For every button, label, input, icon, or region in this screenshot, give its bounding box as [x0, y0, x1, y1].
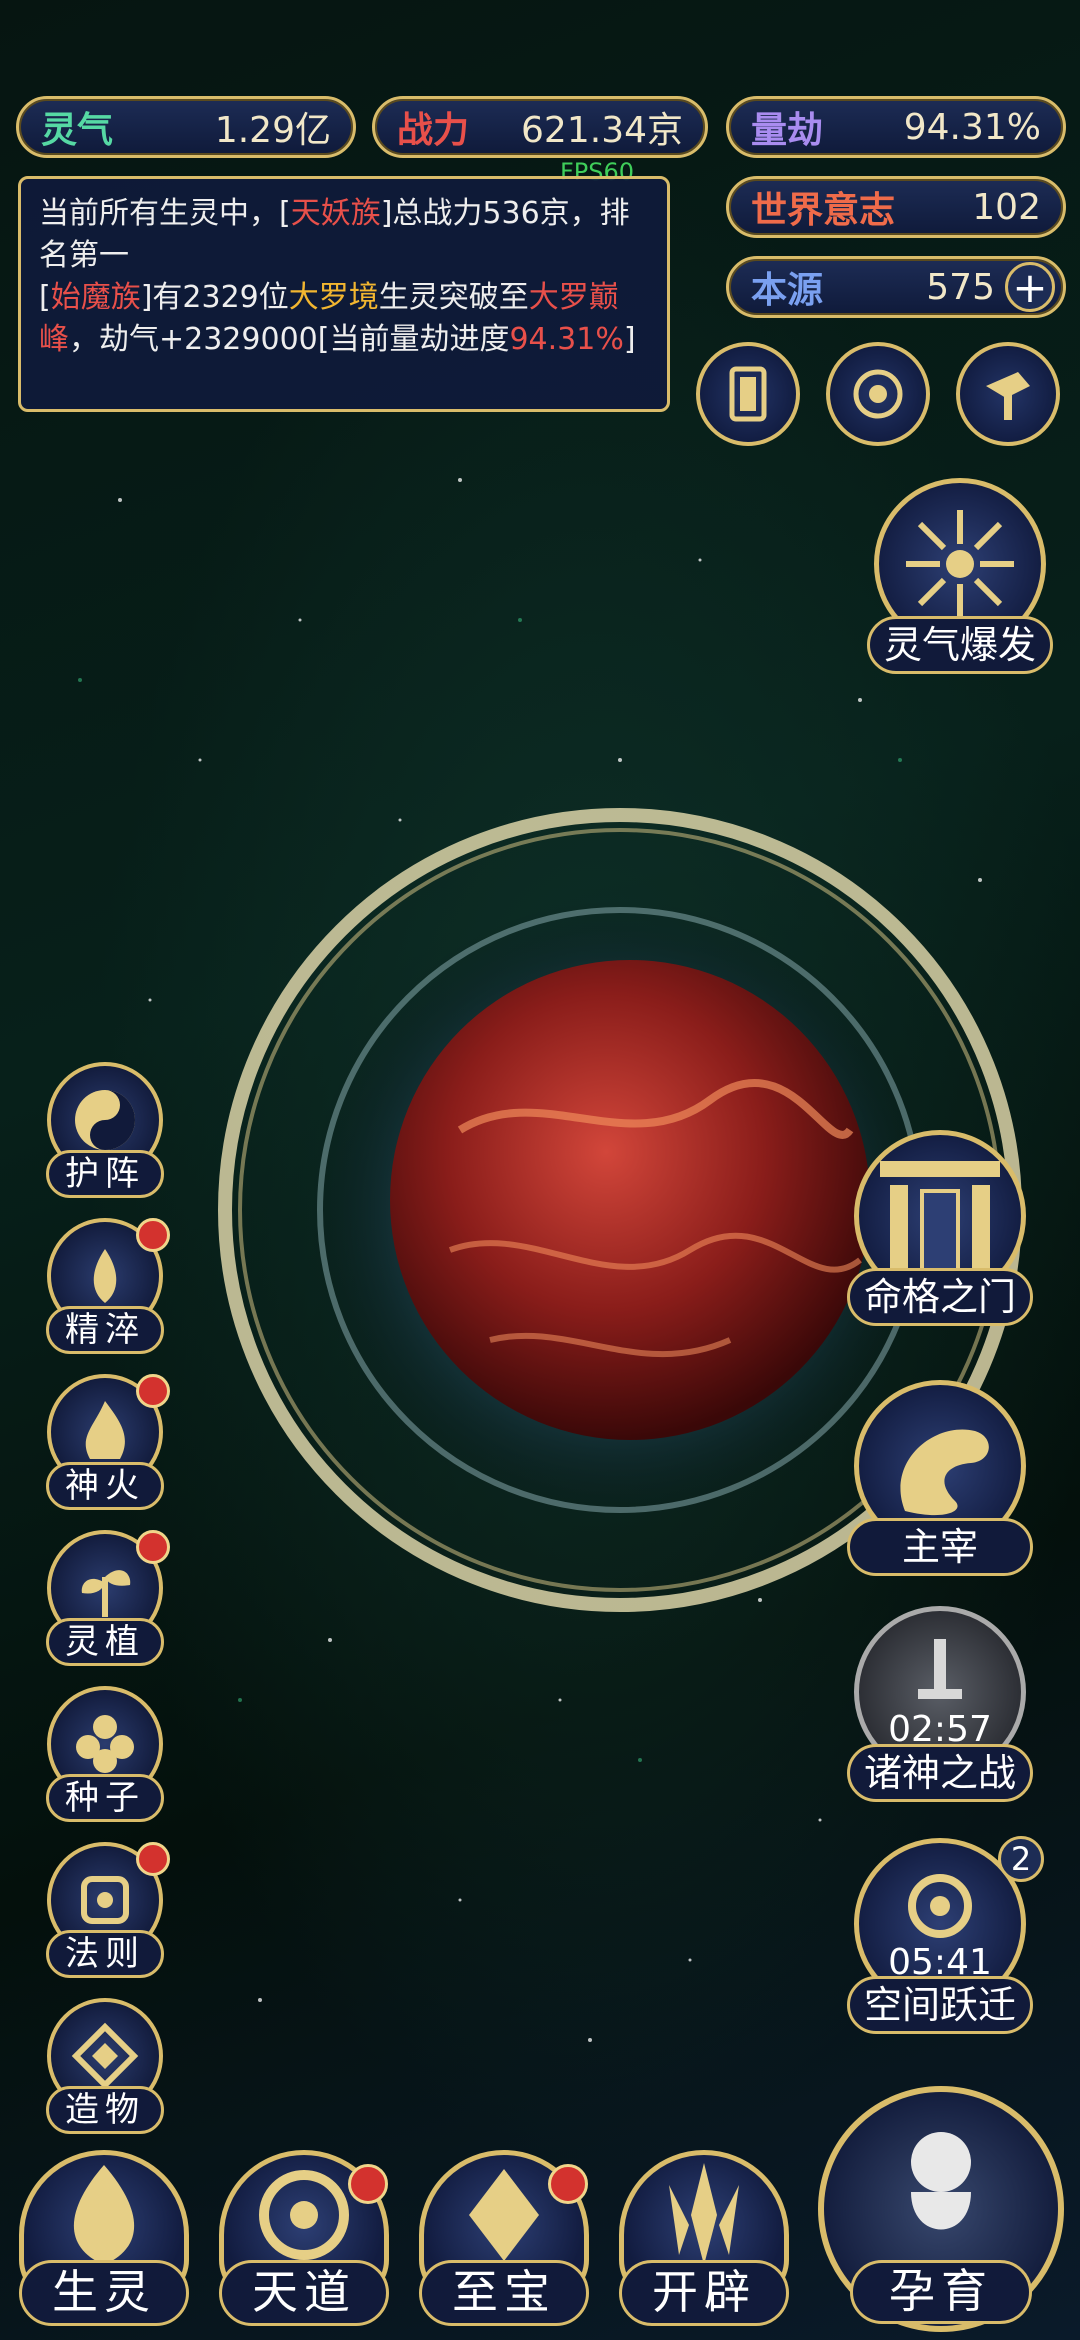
benyuan-stat[interactable]: 本源 575 +	[726, 256, 1066, 318]
fa-ze-label: 法则	[46, 1930, 164, 1978]
swirl-icon	[908, 1873, 972, 1938]
zhanli-value: 621.34京	[521, 110, 683, 151]
event-log-panel: 当前所有生灵中，[天妖族]总战力536京，排名第一 [始魔族]有2329位大罗境…	[18, 176, 670, 412]
shen-huo-button[interactable]: 神火	[40, 1374, 170, 1510]
nav-zhi-bao-label: 至宝	[419, 2260, 589, 2326]
yun-yu-label: 孕育	[850, 2260, 1032, 2324]
zhong-zi-label: 种子	[46, 1774, 164, 1822]
embryo-icon	[911, 2132, 971, 2230]
card-icon	[729, 366, 767, 422]
nav-kai-pi[interactable]: 开辟	[616, 2150, 792, 2326]
lingqi-burst-label: 灵气爆发	[867, 616, 1053, 674]
mingge-gate-label: 命格之门	[847, 1268, 1033, 1326]
flower-icon	[76, 1715, 134, 1773]
notification-dot	[136, 1374, 170, 1408]
trident-icon	[669, 2163, 739, 2265]
ling-zhi-label: 灵植	[46, 1618, 164, 1666]
nav-sheng-ling-label: 生灵	[19, 2260, 189, 2326]
vortex-button[interactable]	[826, 342, 930, 446]
lingqi-burst-button[interactable]: 灵气爆发	[860, 478, 1060, 674]
zhushen-war-button[interactable]: 02:57 诸神之战	[840, 1606, 1040, 1802]
shijie-label: 世界意志	[751, 190, 896, 231]
zao-wu-button[interactable]: 造物	[40, 1998, 170, 2134]
zhong-zi-button[interactable]: 种子	[40, 1686, 170, 1822]
notification-dot	[548, 2164, 588, 2204]
zhushen-war-label: 诸神之战	[847, 1744, 1033, 1802]
liangjie-stat[interactable]: 量劫 94.31%	[726, 96, 1066, 158]
phoenix-icon	[73, 2165, 135, 2265]
gate-icon	[880, 1161, 1000, 1277]
zhanli-label: 战力	[397, 110, 470, 151]
zhanli-stat[interactable]: 战力 621.34京	[372, 96, 708, 158]
liangjie-label: 量劫	[751, 110, 824, 151]
hu-zhen-button[interactable]: 护阵	[40, 1062, 170, 1198]
yun-yu-button[interactable]: 孕育	[818, 2086, 1064, 2332]
zhuzai-button[interactable]: 主宰	[840, 1380, 1040, 1576]
vortex-icon	[853, 369, 903, 419]
nav-zhi-bao[interactable]: 至宝	[416, 2150, 592, 2326]
yin-yang-icon	[75, 1090, 135, 1150]
zao-wu-label: 造物	[46, 2086, 164, 2134]
space-leap-label: 空间跃迁	[847, 1976, 1033, 2034]
dragon-icon	[900, 1429, 989, 1516]
benyuan-value: 575	[926, 266, 995, 308]
shen-huo-label: 神火	[46, 1462, 164, 1510]
sunburst-icon	[906, 510, 1014, 618]
plus-icon: +	[1012, 262, 1048, 312]
jing-cui-button[interactable]: 精淬	[40, 1218, 170, 1354]
ling-zhi-button[interactable]: 灵植	[40, 1530, 170, 1666]
lingqi-label: 灵气	[41, 110, 114, 151]
shijie-value: 102	[972, 186, 1041, 228]
nav-sheng-ling[interactable]: 生灵	[16, 2150, 192, 2326]
space-leap-button[interactable]: 05:41 空间跃迁 2	[840, 1836, 1044, 2034]
card-button[interactable]	[696, 342, 800, 446]
shijie-stat[interactable]: 世界意志 102	[726, 176, 1066, 238]
zhuzai-label: 主宰	[847, 1518, 1033, 1576]
fa-ze-button[interactable]: 法则	[40, 1842, 170, 1978]
hu-zhen-label: 护阵	[46, 1150, 164, 1198]
rune-icon	[81, 1876, 129, 1924]
hammer-icon	[986, 372, 1030, 420]
nav-kai-pi-label: 开辟	[619, 2260, 789, 2326]
lotus-icon	[93, 1249, 117, 1303]
plant-icon	[81, 1570, 131, 1617]
flame-icon	[85, 1401, 125, 1459]
space-leap-badge: 2	[998, 1836, 1044, 1882]
liangjie-value: 94.31%	[903, 106, 1041, 148]
lingqi-stat[interactable]: 灵气 1.29亿	[16, 96, 356, 158]
nav-tian-dao[interactable]: 天道	[216, 2150, 392, 2326]
diamond-icon	[71, 2022, 139, 2090]
benyuan-label: 本源	[751, 270, 824, 311]
jing-cui-label: 精淬	[46, 1306, 164, 1354]
sword-icon	[918, 1638, 962, 1699]
notification-dot	[136, 1842, 170, 1876]
notification-dot	[348, 2164, 388, 2204]
lingqi-value: 1.29亿	[214, 110, 331, 151]
nav-tian-dao-label: 天道	[219, 2260, 389, 2326]
mingge-gate-button[interactable]: 命格之门	[840, 1130, 1040, 1326]
log-entry-ranking: 当前所有生灵中，[天妖族]总战力536京，排名第一	[39, 196, 630, 273]
notification-dot	[136, 1530, 170, 1564]
add-benyuan-button[interactable]: +	[1005, 262, 1055, 312]
hammer-button[interactable]	[956, 342, 1060, 446]
notification-dot	[136, 1218, 170, 1252]
log-entry-breakthrough: [始魔族]有2329位大罗境生灵突破至大罗巅峰，劫气+2329000[当前量劫进…	[39, 280, 636, 357]
